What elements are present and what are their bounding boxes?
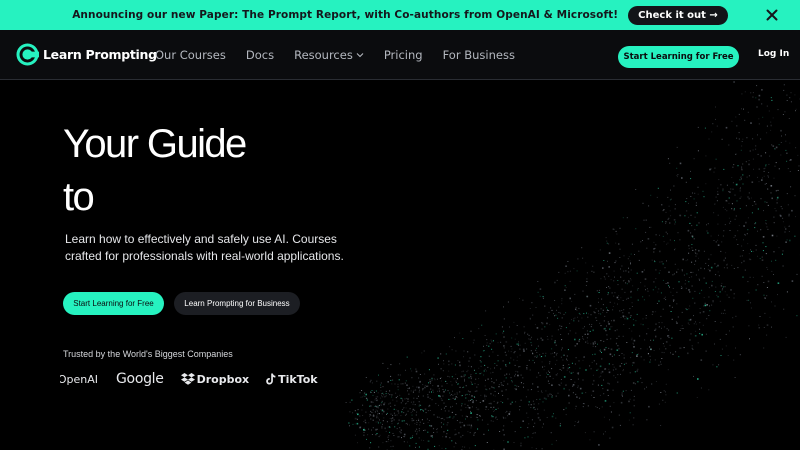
tiktok-logo: TikTok — [266, 373, 318, 386]
announcement-banner: Announcing our new Paper: The Prompt Rep… — [0, 0, 800, 30]
nav-link-our-courses[interactable]: Our Courses — [155, 48, 226, 62]
nav-link-resources[interactable]: Resources — [294, 48, 364, 62]
trusted-by-label: Trusted by the World's Biggest Companies — [63, 349, 233, 359]
learn-prompting-logo-icon — [16, 43, 39, 66]
hero-subtitle: Learn how to effectively and safely use … — [65, 232, 344, 263]
hero-title: Your Guide to — [63, 118, 247, 224]
banner-text: Announcing our new Paper: The Prompt Rep… — [72, 9, 619, 21]
tiktok-logo-text: TikTok — [278, 372, 318, 386]
nav-link-docs[interactable]: Docs — [246, 48, 274, 62]
nav-link-pricing[interactable]: Pricing — [384, 48, 423, 62]
google-logo: Google — [116, 371, 164, 387]
banner-check-it-out-button[interactable]: Check it out → — [628, 5, 728, 25]
hero-start-learning-button[interactable]: Start Learning for Free — [63, 292, 164, 315]
company-logos: OpenAI Google Dropbox TikTok — [60, 370, 318, 388]
dropbox-logo: Dropbox — [180, 372, 250, 386]
openai-logo: OpenAI — [60, 373, 98, 386]
dropbox-logo-text: Dropbox — [196, 372, 250, 386]
dropbox-icon — [180, 373, 195, 385]
nav-link-label: Resources — [294, 48, 353, 62]
chevron-down-icon — [356, 53, 364, 58]
hero-title-line-2: to — [63, 175, 95, 219]
nav-link-label: For Business — [442, 48, 515, 62]
nav-start-learning-button[interactable]: Start Learning for Free — [618, 46, 739, 68]
tiktok-icon — [266, 373, 276, 385]
login-link[interactable]: Log In — [758, 49, 789, 59]
hero-business-button[interactable]: Learn Prompting for Business — [174, 292, 300, 315]
nav-links: Our Courses Docs Resources Pricing For B… — [155, 30, 535, 80]
nav-link-for-business[interactable]: For Business — [443, 48, 515, 62]
nav-link-label: Docs — [245, 48, 275, 62]
close-icon[interactable] — [764, 7, 780, 23]
top-navigation: Learn Prompting Our Courses Docs Resourc… — [0, 30, 800, 80]
nav-link-label: Our Courses — [155, 48, 226, 62]
nav-link-label: Pricing — [383, 48, 423, 62]
hero-title-line-1: Your Guide — [63, 122, 247, 166]
openai-logo-text: OpenAI — [60, 372, 98, 386]
google-logo-text: Google — [116, 371, 164, 387]
logo[interactable]: Learn Prompting — [16, 43, 157, 66]
logo-text: Learn Prompting — [43, 47, 157, 62]
